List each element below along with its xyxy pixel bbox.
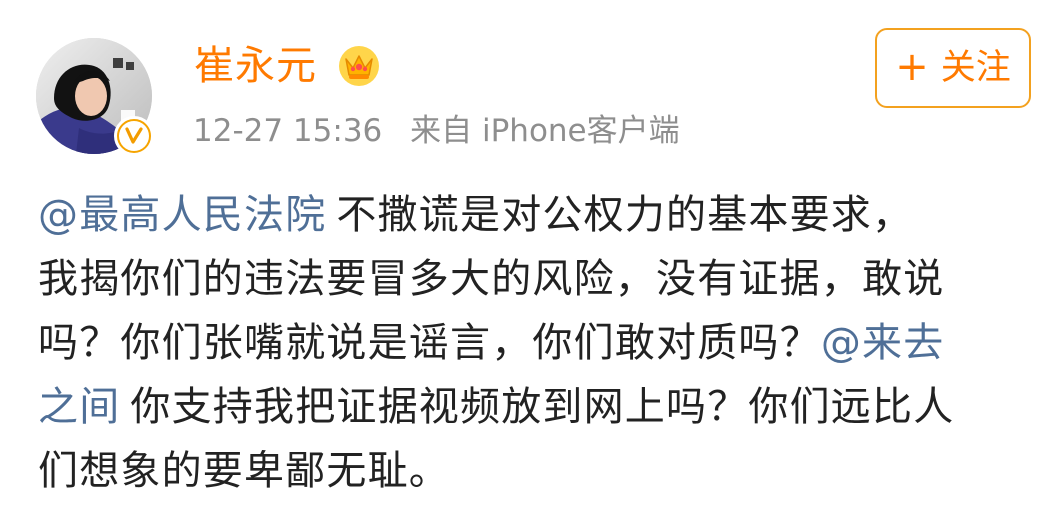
- mention-supreme-court[interactable]: @最高人民法院: [38, 192, 326, 238]
- post-text-1: 不撒谎是对公权力的基本要求，: [336, 192, 914, 238]
- timestamp: 12-27 15:36: [193, 113, 383, 149]
- post-text-4: 你支持我把证据视频放到网上吗？你们远比人: [130, 384, 955, 430]
- post-line-5: 们想象的要卑鄙无耻。: [38, 447, 1034, 511]
- follow-button[interactable]: + 关注: [875, 28, 1031, 108]
- plus-icon: +: [895, 44, 929, 90]
- crown-icon: [338, 45, 380, 87]
- username[interactable]: 崔永元: [194, 40, 317, 92]
- follow-label: 关注: [940, 47, 1011, 88]
- post-text-3: 吗？你们张嘴就说是谣言，你们敢对质吗？: [38, 320, 821, 366]
- verified-badge-inner: [119, 121, 149, 151]
- post-line-2: 我揭你们的违法要冒多大的风险，没有证据，敢说: [38, 255, 1034, 319]
- post-text-5: 们想象的要卑鄙无耻。: [38, 448, 450, 494]
- crown-svg: [339, 46, 379, 86]
- verified-badge-icon: [114, 116, 154, 156]
- mention-laiqu-part-2[interactable]: 之间: [38, 384, 120, 430]
- post-line-4: 之间 你支持我把证据视频放到网上吗？你们远比人: [38, 383, 1034, 447]
- mention-laiqu-part-1[interactable]: @来去: [821, 320, 945, 366]
- post-text-2: 我揭你们的违法要冒多大的风险，没有证据，敢说: [38, 256, 945, 302]
- post-body: @最高人民法院 不撒谎是对公权力的基本要求， 我揭你们的违法要冒多大的风险，没有证…: [38, 191, 1034, 511]
- post-meta: 12-27 15:36 来自 iPhone客户端: [193, 110, 680, 152]
- post-source: 来自 iPhone客户端: [410, 113, 680, 149]
- post-line-3: 吗？你们张嘴就说是谣言，你们敢对质吗？@来去: [38, 319, 1034, 383]
- avatar-container[interactable]: [36, 38, 154, 156]
- verified-check-icon: [125, 127, 143, 144]
- post-line-1: @最高人民法院 不撒谎是对公权力的基本要求，: [38, 191, 1034, 255]
